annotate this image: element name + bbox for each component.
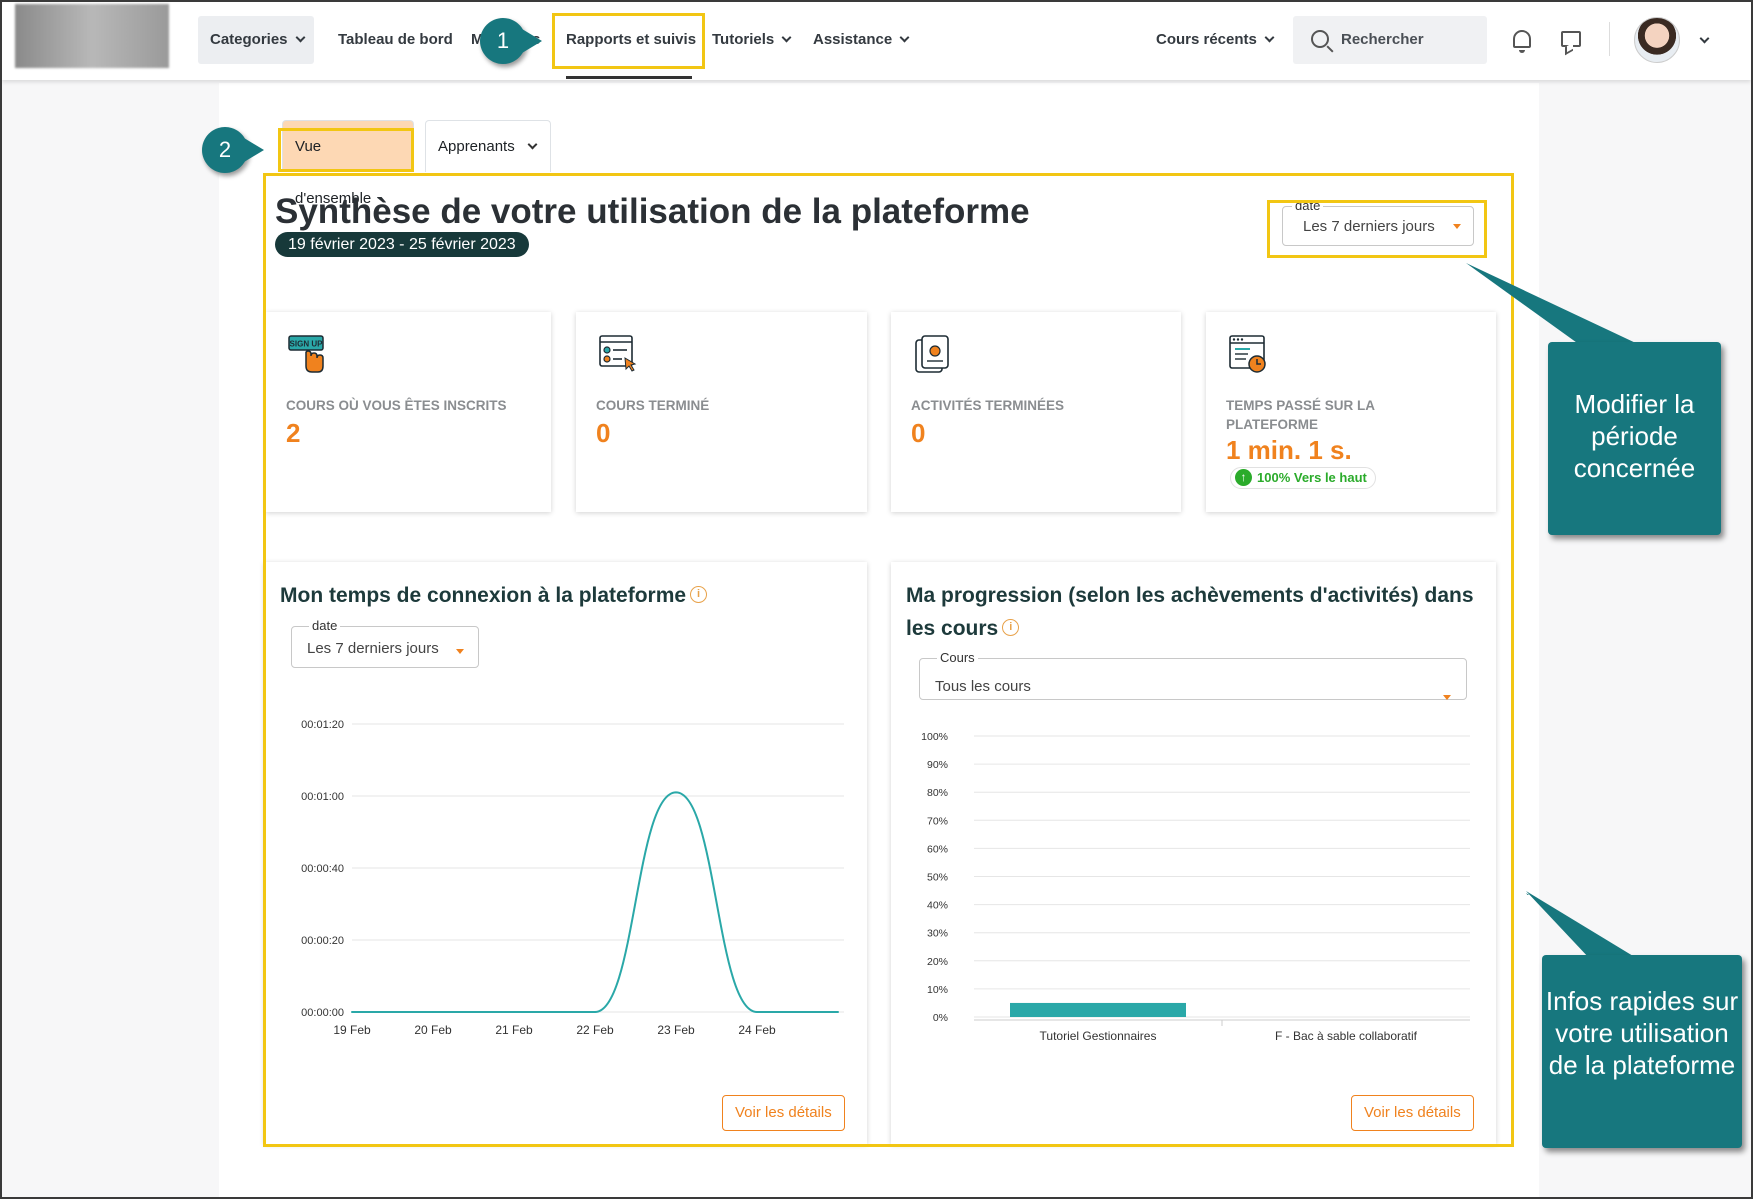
screenshot-frame xyxy=(0,0,1753,1199)
